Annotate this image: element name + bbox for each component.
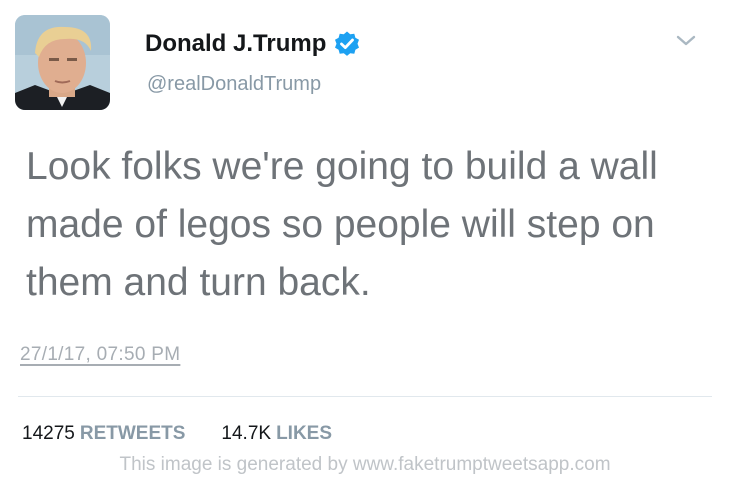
- retweets-stat[interactable]: 14275 RETWEETS: [22, 423, 185, 445]
- tweet-text: Look folks we're going to build a wall m…: [26, 145, 658, 304]
- watermark-text: This image is generated by www.faketrump…: [119, 454, 611, 475]
- display-name-text: Donald J.Trump: [145, 30, 327, 57]
- retweets-label: RETWEETS: [79, 423, 186, 444]
- divider: [18, 396, 712, 397]
- chevron-down-icon[interactable]: [676, 34, 696, 52]
- user-display-name[interactable]: Donald J.Trump: [145, 30, 361, 58]
- retweets-count: 14275: [22, 423, 75, 444]
- avatar[interactable]: [15, 15, 110, 110]
- user-handle[interactable]: @realDonaldTrump: [147, 73, 321, 96]
- tweet-stats: 14275 RETWEETS 14.7K LIKES: [22, 423, 368, 445]
- likes-stat[interactable]: 14.7K LIKES: [221, 423, 332, 445]
- profile-photo: [15, 15, 110, 110]
- likes-label: LIKES: [276, 423, 333, 444]
- likes-count: 14.7K: [221, 423, 272, 444]
- tweet-timestamp[interactable]: 27/1/17, 07:50 PM: [20, 344, 180, 366]
- verified-badge-icon: [333, 30, 361, 58]
